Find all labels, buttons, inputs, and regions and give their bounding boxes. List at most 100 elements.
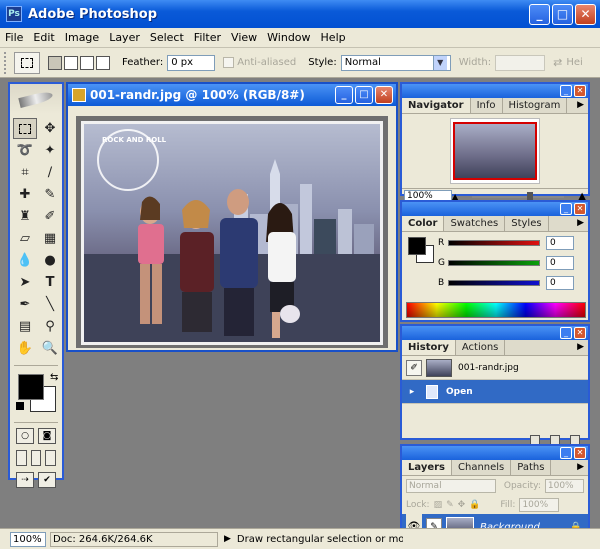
photo-canvas[interactable]: ROCK AND ROLL	[81, 121, 383, 345]
status-menu-arrow-icon[interactable]: ▶	[224, 534, 231, 544]
jump-to-imageready-button[interactable]: ⇢	[16, 472, 34, 488]
antialiased-checkbox[interactable]	[223, 57, 235, 68]
opacity-input[interactable]: 100%	[544, 478, 584, 493]
full-screen-button[interactable]	[45, 450, 57, 466]
fill-input[interactable]: 100%	[519, 497, 560, 512]
tab-history[interactable]: History	[402, 340, 456, 355]
panel-menu-arrow-icon[interactable]: ▶	[577, 218, 584, 228]
blur-tool-icon[interactable]: 💧	[13, 250, 37, 271]
options-grip[interactable]	[4, 51, 10, 74]
blue-value-input[interactable]: 0	[546, 276, 574, 290]
lock-all-icon[interactable]: 🔒	[469, 500, 480, 510]
panel-close-button[interactable]: ✕	[574, 447, 586, 459]
menu-file[interactable]: File	[0, 31, 28, 44]
add-selection-button[interactable]	[64, 55, 78, 70]
panel-minimize-button[interactable]: _	[560, 203, 572, 215]
menu-image[interactable]: Image	[60, 31, 104, 44]
panel-menu-arrow-icon[interactable]: ▶	[577, 342, 584, 352]
feather-input[interactable]: 0 px	[167, 54, 216, 71]
tab-channels[interactable]: Channels	[452, 460, 512, 475]
doc-close-button[interactable]: ✕	[375, 86, 393, 104]
document-size-info[interactable]: Doc: 264.6K/264.6K	[50, 531, 218, 547]
standard-mode-button[interactable]: ○	[16, 428, 34, 444]
line-tool-icon[interactable]: ╲	[38, 294, 62, 315]
foreground-color-swatch[interactable]	[18, 374, 44, 400]
tab-swatches[interactable]: Swatches	[444, 216, 506, 231]
blend-mode-select[interactable]: Normal	[406, 478, 496, 493]
tool-preset-picker[interactable]	[14, 51, 40, 74]
eraser-tool-icon[interactable]: ▱	[13, 228, 37, 249]
panel-menu-arrow-icon[interactable]: ▶	[577, 100, 584, 110]
panel-minimize-button[interactable]: _	[560, 85, 572, 97]
lock-move-icon[interactable]: ✥	[458, 500, 466, 510]
tab-histogram[interactable]: Histogram	[503, 98, 568, 113]
blue-slider[interactable]	[448, 280, 540, 286]
history-state-row[interactable]: ▸ Open	[402, 380, 588, 404]
default-colors-icon[interactable]	[16, 402, 24, 410]
brush-tool-icon[interactable]: ✎	[38, 184, 62, 205]
menu-view[interactable]: View	[226, 31, 262, 44]
tab-color[interactable]: Color	[402, 216, 445, 231]
maximize-button[interactable]: □	[552, 4, 573, 25]
navigator-view-box[interactable]	[453, 122, 537, 180]
dodge-tool-icon[interactable]: ●	[38, 250, 62, 271]
history-brush-source-icon[interactable]: ✐	[406, 359, 422, 376]
magic-wand-tool-icon[interactable]: ✦	[38, 140, 62, 161]
crop-tool-icon[interactable]: ⌗	[13, 162, 37, 183]
red-slider[interactable]	[448, 240, 540, 246]
tab-styles[interactable]: Styles	[505, 216, 549, 231]
quick-mask-button[interactable]: ◙	[38, 428, 56, 444]
lasso-tool-icon[interactable]: ➰	[13, 140, 37, 161]
panel-title-bar[interactable]: _ ✕	[402, 446, 588, 460]
menu-layer[interactable]: Layer	[104, 31, 145, 44]
tab-layers[interactable]: Layers	[402, 460, 452, 475]
move-tool-icon[interactable]: ✥	[38, 118, 62, 139]
healing-brush-tool-icon[interactable]: ✚	[13, 184, 37, 205]
hand-tool-icon[interactable]: ✋	[13, 338, 37, 359]
style-select[interactable]: Normal ▼	[340, 54, 451, 71]
lock-transparency-icon[interactable]: ▨	[434, 500, 443, 510]
new-selection-button[interactable]	[48, 55, 62, 70]
panel-minimize-button[interactable]: _	[560, 327, 572, 339]
clone-stamp-tool-icon[interactable]: ♜	[13, 206, 37, 227]
red-value-input[interactable]: 0	[546, 236, 574, 250]
menu-window[interactable]: Window	[262, 31, 315, 44]
green-value-input[interactable]: 0	[546, 256, 574, 270]
subtract-selection-button[interactable]	[80, 55, 94, 70]
close-button[interactable]: ✕	[575, 4, 596, 25]
standard-screen-button[interactable]	[16, 450, 27, 466]
menu-help[interactable]: Help	[316, 31, 351, 44]
tab-actions[interactable]: Actions	[456, 340, 506, 355]
panel-menu-arrow-icon[interactable]: ▶	[577, 462, 584, 472]
lock-brush-icon[interactable]: ✎	[446, 500, 454, 510]
pen-tool-icon[interactable]: ✒	[13, 294, 37, 315]
panel-close-button[interactable]: ✕	[574, 327, 586, 339]
menu-filter[interactable]: Filter	[189, 31, 226, 44]
width-input[interactable]	[495, 54, 546, 71]
canvas-area[interactable]: ROCK AND ROLL	[76, 116, 388, 348]
history-brush-tool-icon[interactable]: ✐	[38, 206, 62, 227]
color-spectrum-bar[interactable]	[406, 302, 586, 318]
zoom-slider-knob[interactable]	[527, 191, 534, 200]
doc-minimize-button[interactable]: _	[335, 86, 353, 104]
green-slider[interactable]	[448, 260, 540, 266]
tab-paths[interactable]: Paths	[511, 460, 552, 475]
zoom-tool-icon[interactable]: 🔍	[38, 338, 62, 359]
status-zoom-field[interactable]: 100%	[10, 531, 46, 547]
panel-title-bar[interactable]: _ ✕	[402, 202, 588, 216]
full-screen-menu-button[interactable]	[30, 450, 42, 466]
color-foreground-swatch[interactable]	[408, 237, 426, 255]
intersect-selection-button[interactable]	[96, 55, 110, 70]
marquee-tool-icon[interactable]	[13, 118, 37, 139]
eyedropper-tool-icon[interactable]: ⚲	[38, 316, 62, 337]
panel-minimize-button[interactable]: _	[560, 447, 572, 459]
minimize-button[interactable]: _	[529, 4, 550, 25]
menu-select[interactable]: Select	[145, 31, 189, 44]
type-tool-icon[interactable]: T	[38, 272, 62, 293]
path-selection-tool-icon[interactable]: ➤	[13, 272, 37, 293]
checkmark-icon[interactable]: ✔	[38, 472, 56, 488]
gradient-tool-icon[interactable]: ▦	[38, 228, 62, 249]
slice-tool-icon[interactable]: ∕	[38, 162, 62, 183]
menu-edit[interactable]: Edit	[28, 31, 59, 44]
zoom-slider[interactable]	[472, 191, 565, 200]
